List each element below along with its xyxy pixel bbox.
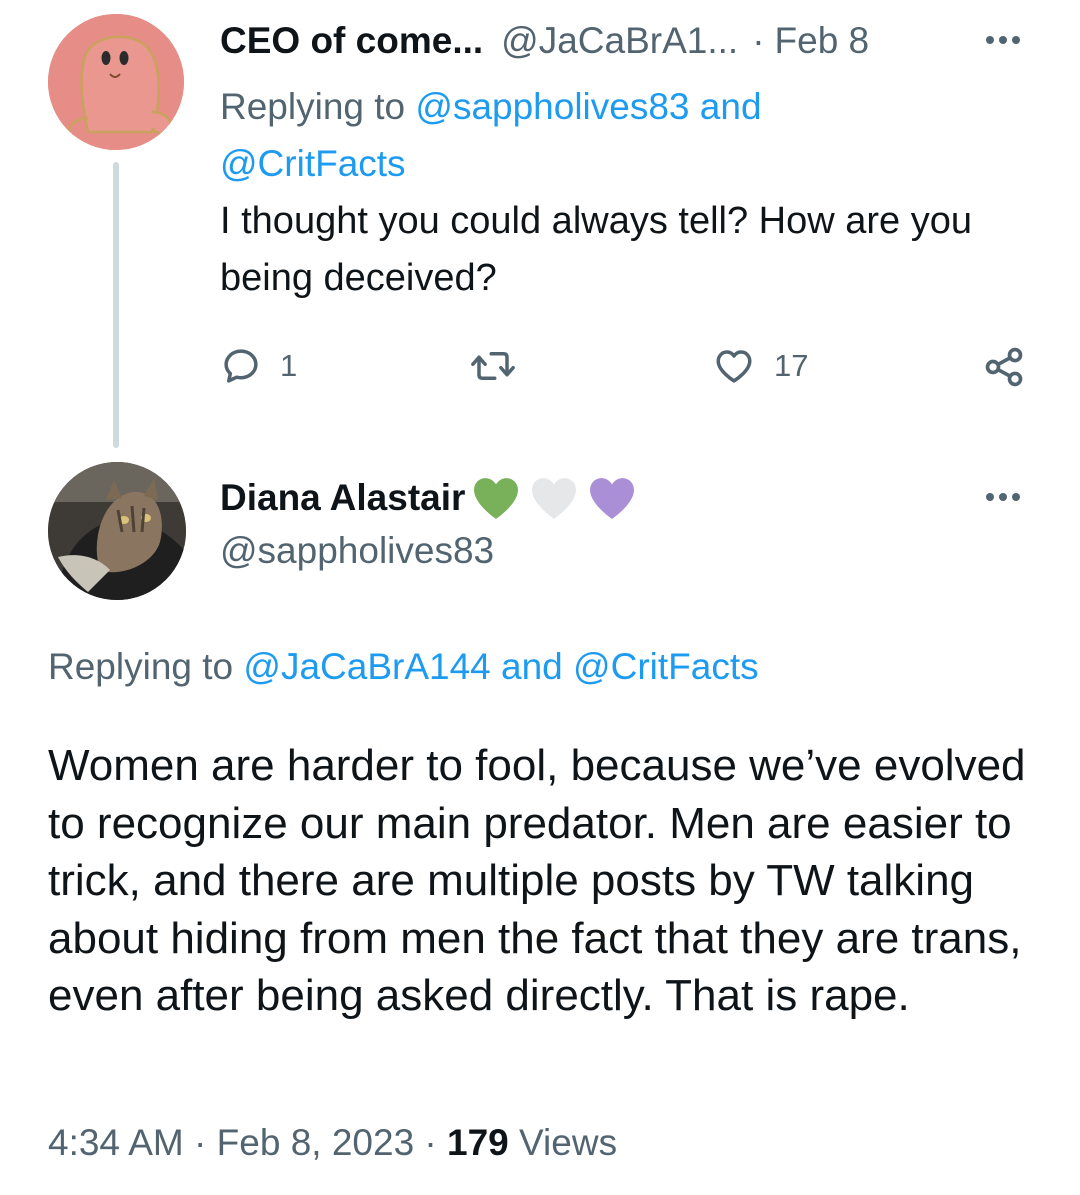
thread-line <box>113 162 119 448</box>
mention-link[interactable]: @CritFacts <box>573 646 759 687</box>
white-heart-icon <box>532 478 577 519</box>
reply-icon <box>224 349 258 383</box>
reply-tweet-header: CEO of come... @JaCaBrA1... · Feb 8 <box>220 16 869 66</box>
avatar-ceo[interactable] <box>48 14 184 150</box>
avatar-diana[interactable] <box>48 462 186 600</box>
like-button[interactable]: 17 <box>712 345 808 387</box>
replying-and: and <box>699 86 762 127</box>
reply-button[interactable]: 1 <box>220 345 297 387</box>
avatar-ceo-image <box>48 14 184 150</box>
replying-to: Replying to @sappholives83 and @CritFact… <box>220 78 1040 192</box>
tweet-meta: 4:34 AM · Feb 8, 2023 · 179 Views <box>48 1122 617 1164</box>
mention-link[interactable]: @CritFacts <box>220 143 406 184</box>
retweet-button[interactable] <box>470 345 534 387</box>
separator: · <box>424 1122 437 1163</box>
more-options-icon[interactable] <box>986 493 1020 501</box>
views-count[interactable]: 179 <box>447 1122 509 1163</box>
purple-heart-icon <box>590 478 635 519</box>
separator: · <box>752 20 765 61</box>
green-heart-icon <box>474 478 519 519</box>
avatar-diana-image <box>48 462 186 600</box>
mention-link[interactable]: @JaCaBrA144 <box>243 646 490 687</box>
like-count: 17 <box>774 348 809 383</box>
tweet-text: Women are harder to fool, because we’ve … <box>48 741 1026 1020</box>
author-handle[interactable]: @JaCaBrA1... <box>501 20 738 62</box>
separator: · <box>194 1122 207 1163</box>
replying-to-prefix: Replying to <box>48 646 234 687</box>
share-icon <box>985 347 1023 387</box>
replying-to-prefix: Replying to <box>220 86 406 127</box>
replying-to: Replying to @JaCaBrA144 and @CritFacts <box>48 646 759 688</box>
views-label: Views <box>519 1122 618 1163</box>
author-name[interactable]: Diana Alastair <box>220 477 465 519</box>
replying-and: and <box>501 646 563 687</box>
share-button[interactable] <box>982 345 1026 389</box>
more-options-icon[interactable] <box>986 36 1020 44</box>
tweet-date[interactable]: Feb 8, 2023 <box>217 1122 414 1163</box>
mention-link[interactable]: @sappholives83 <box>415 86 689 127</box>
tweet-text: I thought you could always tell? How are… <box>220 200 972 299</box>
heart-icon <box>716 350 752 383</box>
tweet-date[interactable]: Feb 8 <box>775 20 870 62</box>
author-name[interactable]: CEO of come... <box>220 20 483 62</box>
reply-count: 1 <box>280 348 298 383</box>
author-name-row: Diana Alastair <box>220 470 639 526</box>
author-handle[interactable]: @sappholives83 <box>220 530 494 572</box>
tweet-time[interactable]: 4:34 AM <box>48 1122 184 1163</box>
retweet-icon <box>471 352 515 380</box>
